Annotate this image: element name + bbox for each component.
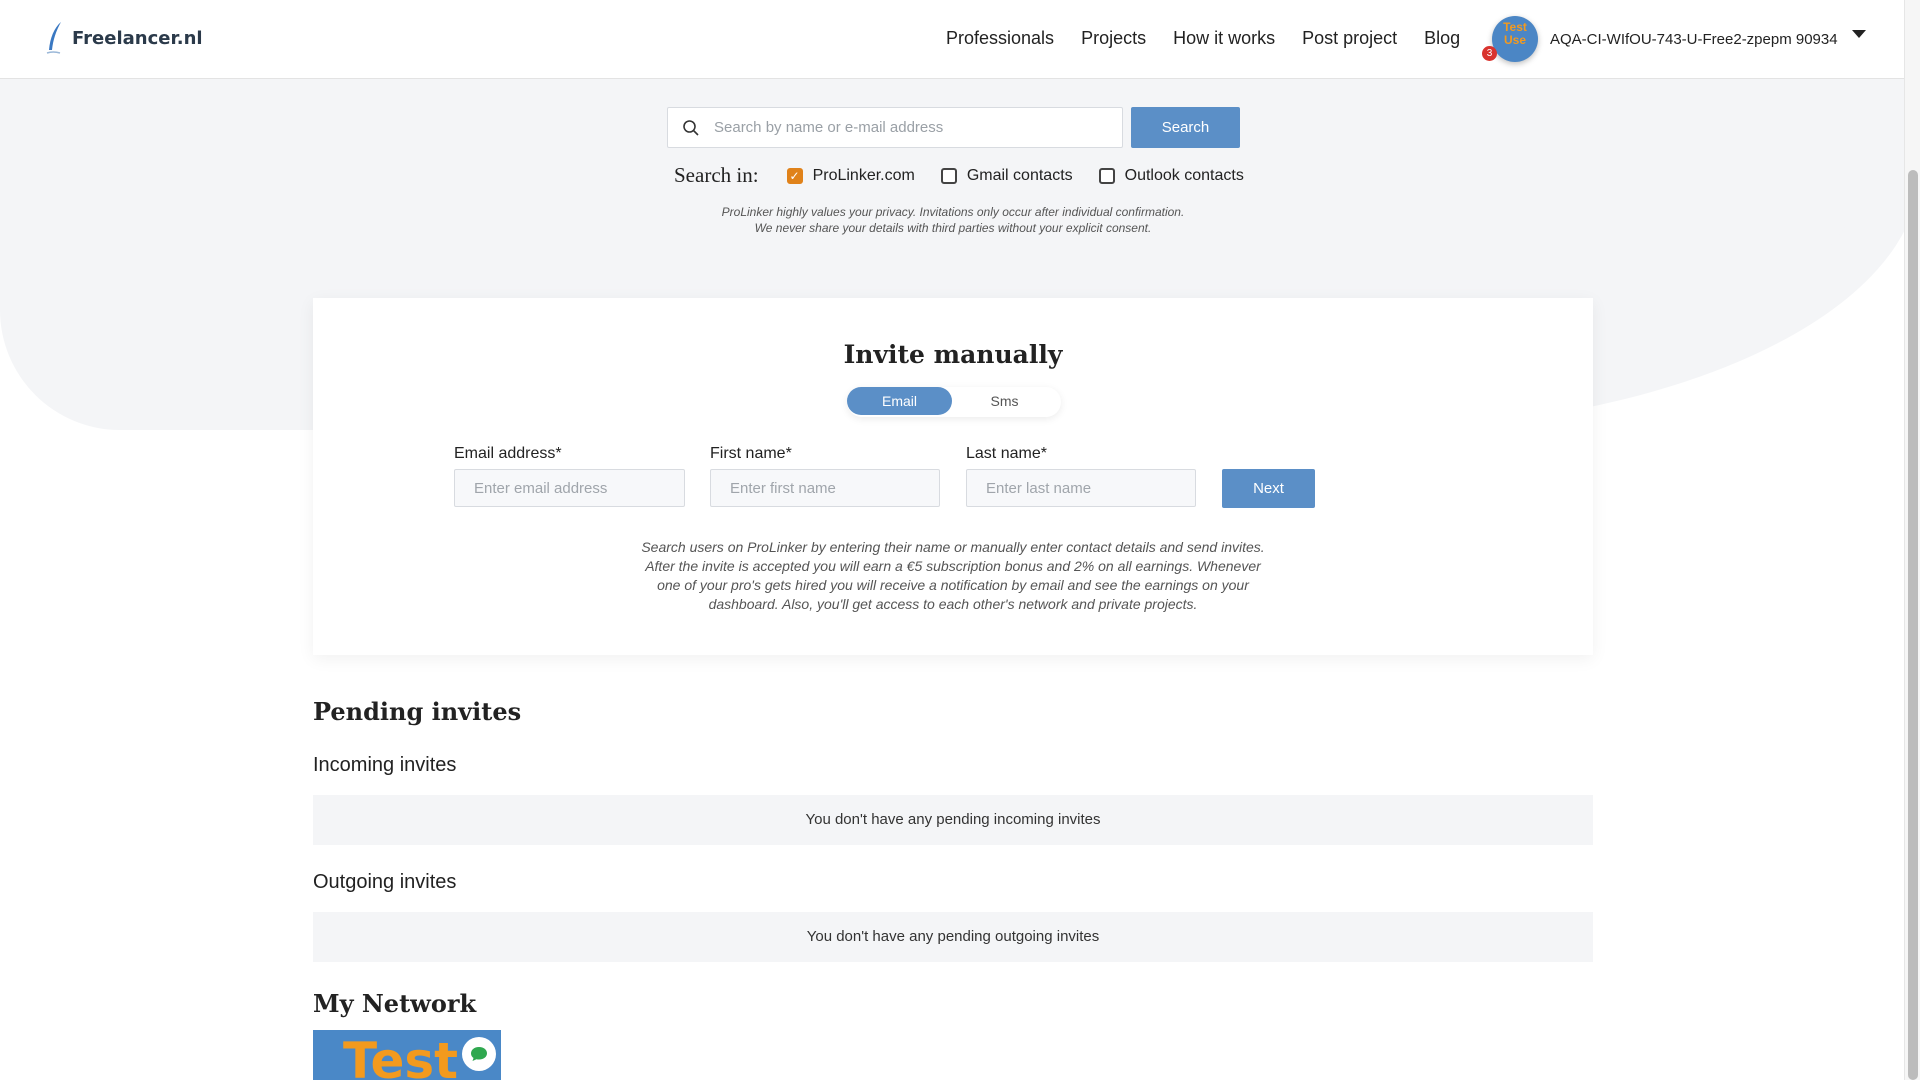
last-name-field[interactable] (966, 469, 1196, 507)
search-field[interactable] (667, 107, 1123, 148)
avatar-text: Test Use (1492, 21, 1538, 47)
outgoing-invites-title: Outgoing invites (313, 871, 457, 893)
checkbox-label: Outlook contacts (1124, 166, 1244, 184)
page-scrollbar[interactable] (1904, 0, 1920, 1080)
avatar-text-line2: Use (1503, 33, 1526, 47)
caret-down-icon[interactable] (1851, 30, 1866, 38)
invite-manually-section: Invite manually Email Sms Email address*… (313, 298, 1593, 655)
incoming-invites-title: Incoming invites (313, 754, 457, 776)
chat-icon (471, 1047, 487, 1061)
top-navbar: Freelancer.nl Professionals Projects How… (0, 0, 1904, 79)
checkbox-unchecked-icon[interactable] (1098, 167, 1115, 184)
checkbox-prolinker[interactable]: ProLinker.com (786, 166, 915, 185)
email-field[interactable] (454, 469, 685, 507)
outgoing-invites-empty: You don't have any pending outgoing invi… (313, 912, 1593, 962)
first-name-label: First name* (710, 445, 792, 462)
user-menu[interactable]: Test Use 3 AQA-CI-WIfOU-743-U-Free2-zpep… (1482, 16, 1866, 62)
search-icon (683, 119, 699, 136)
email-label: Email address* (454, 445, 562, 462)
nav-projects[interactable]: Projects (1081, 28, 1146, 49)
network-card-text: Test (343, 1032, 459, 1080)
invite-title: Invite manually (843, 340, 1063, 369)
logo-text: Freelancer.nl (72, 27, 203, 49)
search-button[interactable]: Search (1131, 107, 1240, 148)
pending-invites-title: Pending invites (313, 697, 522, 726)
first-name-field[interactable] (710, 469, 940, 507)
invite-method-toggle: Email Sms (847, 387, 1061, 417)
nav-how-it-works[interactable]: How it works (1173, 28, 1275, 49)
avatar[interactable]: Test Use 3 (1482, 16, 1538, 62)
site-logo[interactable]: Freelancer.nl (44, 20, 203, 56)
checkbox-checked-icon[interactable] (786, 167, 803, 184)
first-name-field-group: First name* (710, 445, 940, 507)
scrollbar-thumb[interactable] (1908, 170, 1918, 1080)
email-field-group: Email address* (454, 445, 685, 507)
my-network-title: My Network (313, 989, 477, 1018)
chat-button[interactable] (462, 1037, 496, 1071)
search-input[interactable] (714, 119, 1114, 136)
incoming-invites-empty: You don't have any pending incoming invi… (313, 795, 1593, 845)
checkbox-label: ProLinker.com (812, 166, 915, 184)
search-in-label: Search in: (674, 163, 759, 187)
feather-logo-icon (46, 22, 61, 54)
user-name[interactable]: AQA-CI-WIfOU-743-U-Free2-zpepm 90934 (1550, 31, 1838, 48)
invite-description: Search users on ProLinker by entering th… (641, 539, 1265, 612)
privacy-line: We never share your details with third p… (754, 221, 1152, 235)
search-row: Search (667, 107, 1240, 148)
search-in-options: Search in: ProLinker.com Gmail contacts … (674, 163, 1270, 188)
tab-email[interactable]: Email (847, 387, 952, 415)
notification-badge[interactable]: 3 (1482, 46, 1497, 61)
checkbox-outlook[interactable]: Outlook contacts (1098, 166, 1244, 185)
last-name-label: Last name* (966, 445, 1047, 462)
network-member-card[interactable]: Test (313, 1030, 501, 1080)
privacy-line: ProLinker highly values your privacy. In… (721, 205, 1185, 219)
nav-professionals[interactable]: Professionals (946, 28, 1054, 49)
main-nav: Professionals Projects How it works Post… (946, 28, 1460, 49)
next-button[interactable]: Next (1222, 469, 1315, 508)
nav-post-project[interactable]: Post project (1302, 28, 1397, 49)
checkbox-gmail[interactable]: Gmail contacts (940, 166, 1073, 185)
checkbox-label: Gmail contacts (966, 166, 1073, 184)
search-section: Search Search in: ProLinker.com Gmail co… (313, 79, 1593, 298)
privacy-note: ProLinker highly values your privacy. In… (313, 204, 1593, 236)
nav-blog[interactable]: Blog (1424, 28, 1460, 49)
tab-sms[interactable]: Sms (952, 387, 1057, 415)
checkbox-unchecked-icon[interactable] (940, 167, 957, 184)
last-name-field-group: Last name* (966, 445, 1196, 507)
